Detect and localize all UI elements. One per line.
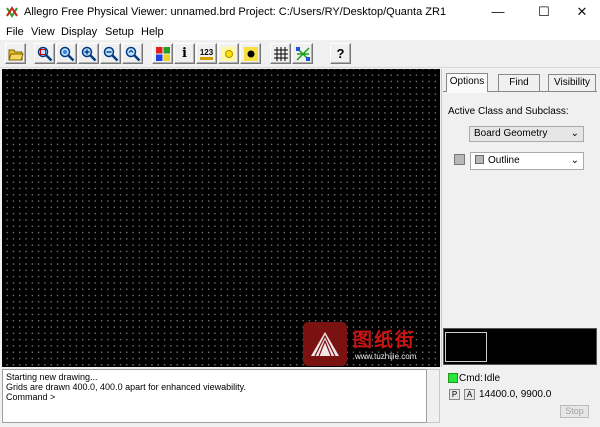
chevron-down-icon: ⌄ — [570, 128, 579, 139]
stop-button[interactable]: Stop — [560, 405, 589, 418]
console-scrollbar[interactable] — [427, 369, 440, 423]
zoom-in-icon — [81, 46, 96, 61]
dehighlight-icon — [243, 46, 258, 61]
watermark-book-icon — [311, 332, 339, 357]
console-line: Grids are drawn 400.0, 400.0 apart for e… — [6, 382, 246, 392]
class-dropdown-value: Board Geometry — [474, 128, 548, 139]
zoom-out-button[interactable] — [100, 43, 121, 64]
menu-display[interactable]: Display — [61, 26, 97, 38]
class-dropdown[interactable]: Board Geometry ⌄ — [469, 126, 584, 142]
measure-button[interactable]: 123 — [196, 43, 217, 64]
tab-find[interactable]: Find — [498, 74, 540, 91]
help-button[interactable]: ? — [330, 43, 351, 64]
grid-button[interactable] — [270, 43, 291, 64]
console-line: Starting new drawing... — [6, 372, 98, 382]
zoom-previous-button[interactable] — [122, 43, 143, 64]
maximize-button[interactable]: ☐ — [524, 0, 564, 24]
allegro-app-icon — [6, 6, 18, 18]
grid-icon — [273, 46, 288, 61]
help-icon: ? — [336, 46, 345, 61]
minimize-button[interactable]: — — [478, 0, 518, 24]
window-title: Allegro Free Physical Viewer: unnamed.br… — [24, 6, 447, 18]
menu-setup[interactable]: Setup — [105, 26, 134, 38]
command-prompt[interactable]: Command > — [6, 392, 423, 402]
subclass-color-swatch[interactable] — [454, 154, 465, 165]
watermark-logo — [303, 322, 347, 366]
subclass-color-icon — [475, 155, 484, 164]
cmd-label: Cmd: — [459, 373, 483, 384]
watermark: 图纸街 www.tuzhijie.com — [303, 322, 431, 366]
open-button[interactable] — [5, 43, 26, 64]
status-area: Cmd: Idle P A 14400.0, 9900.0 Stop — [442, 369, 598, 423]
highlight-button[interactable] — [218, 43, 239, 64]
menu-bar: File View Display Setup Help — [0, 24, 600, 40]
toolbar: i 123 ? — [0, 40, 600, 68]
world-view-minimap[interactable] — [443, 328, 597, 365]
cmd-state: Idle — [484, 373, 501, 384]
color-button[interactable] — [152, 43, 173, 64]
zoom-points-icon — [37, 46, 52, 61]
menu-file[interactable]: File — [6, 26, 24, 38]
subclass-dropdown[interactable]: Outline ⌄ — [470, 152, 584, 170]
tab-options[interactable]: Options — [446, 73, 488, 92]
watermark-text: 图纸街 — [353, 330, 417, 351]
watermark-url: www.tuzhijie.com — [355, 352, 417, 361]
zoom-out-icon — [103, 46, 118, 61]
zoom-in-button[interactable] — [78, 43, 99, 64]
tab-visibility[interactable]: Visibility — [548, 74, 596, 91]
cmd-status-indicator — [448, 373, 458, 383]
close-button[interactable]: ✕ — [562, 0, 600, 24]
menu-help[interactable]: Help — [141, 26, 164, 38]
zoom-fit-button[interactable] — [56, 43, 77, 64]
info-button[interactable]: i — [174, 43, 195, 64]
active-tab-gap — [447, 91, 487, 93]
chevron-down-icon: ⌄ — [570, 155, 579, 166]
zoom-previous-icon — [125, 46, 140, 61]
menu-view[interactable]: View — [31, 26, 55, 38]
active-class-label: Active Class and Subclass: — [448, 106, 569, 117]
info-icon: i — [182, 46, 187, 61]
zoom-points-button[interactable] — [34, 43, 55, 64]
highlight-icon — [221, 46, 236, 61]
title-bar: Allegro Free Physical Viewer: unnamed.br… — [0, 0, 600, 24]
zoom-fit-icon — [59, 46, 74, 61]
ratsnest-icon — [295, 46, 310, 61]
minimap-viewport[interactable] — [445, 332, 487, 362]
dehighlight-button[interactable] — [240, 43, 261, 64]
subclass-dropdown-value: Outline — [488, 155, 520, 166]
command-console[interactable]: Starting new drawing... Grids are drawn … — [2, 369, 427, 423]
measure-icon: 123 — [199, 48, 214, 60]
color-icon — [155, 46, 170, 61]
control-panel: Options Find Visibility Active Class and… — [441, 69, 598, 367]
ratsnest-button[interactable] — [292, 43, 313, 64]
a-button[interactable]: A — [464, 389, 475, 400]
p-button[interactable]: P — [449, 389, 460, 400]
open-icon — [7, 49, 24, 60]
cursor-coordinates: 14400.0, 9900.0 — [479, 389, 552, 400]
